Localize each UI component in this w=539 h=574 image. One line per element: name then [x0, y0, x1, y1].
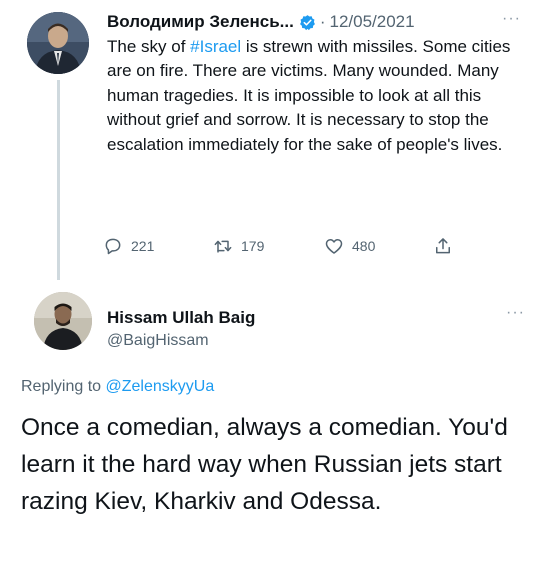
tweet-date[interactable]: 12/05/2021 — [330, 12, 415, 32]
zelensky-avatar[interactable] — [27, 12, 89, 74]
hashtag-link[interactable]: #Israel — [190, 37, 241, 56]
tweet-actions: 221 179 480 — [103, 236, 483, 258]
reply-icon — [105, 238, 121, 255]
share-icon — [436, 238, 450, 254]
author-name[interactable]: Володимир Зеленсь... — [107, 12, 294, 32]
more-options-icon[interactable]: ··· — [506, 304, 525, 322]
retweet-button[interactable]: 179 — [213, 236, 264, 256]
thread-line — [57, 80, 60, 280]
retweet-count: 179 — [241, 238, 265, 254]
more-options-icon[interactable]: ··· — [502, 10, 521, 28]
reply-author-name[interactable]: Hissam Ullah Baig — [107, 308, 255, 328]
original-tweet: Володимир Зеленсь... · 12/05/2021 ··· Th… — [0, 0, 539, 282]
hissam-avatar[interactable] — [34, 292, 92, 350]
heart-icon — [325, 239, 343, 254]
reply-button[interactable]: 221 — [103, 236, 154, 256]
replying-to-label: Replying to — [21, 378, 106, 395]
like-button[interactable]: 480 — [324, 236, 375, 256]
reply-count: 221 — [131, 238, 155, 254]
tweet-header: Володимир Зеленсь... · 12/05/2021 — [107, 10, 415, 34]
retweet-icon — [214, 240, 232, 253]
tweet-text: The sky of #Israel is strewn with missil… — [107, 35, 517, 157]
reply-text: Once a comedian, always a comedian. You'… — [21, 414, 508, 515]
tweet-text-start: The sky of — [107, 37, 191, 56]
mention-link[interactable]: @ZelenskyyUa — [106, 378, 215, 395]
verified-badge-icon — [299, 14, 316, 31]
replying-to: Replying to @ZelenskyyUa — [21, 378, 214, 396]
reply-author-handle[interactable]: @BaigHissam — [107, 332, 209, 350]
separator-dot: · — [319, 12, 326, 31]
like-count: 480 — [352, 238, 376, 254]
reply-tweet: Hissam Ullah Baig @BaigHissam ··· Replyi… — [0, 282, 539, 574]
share-button[interactable] — [433, 236, 461, 256]
